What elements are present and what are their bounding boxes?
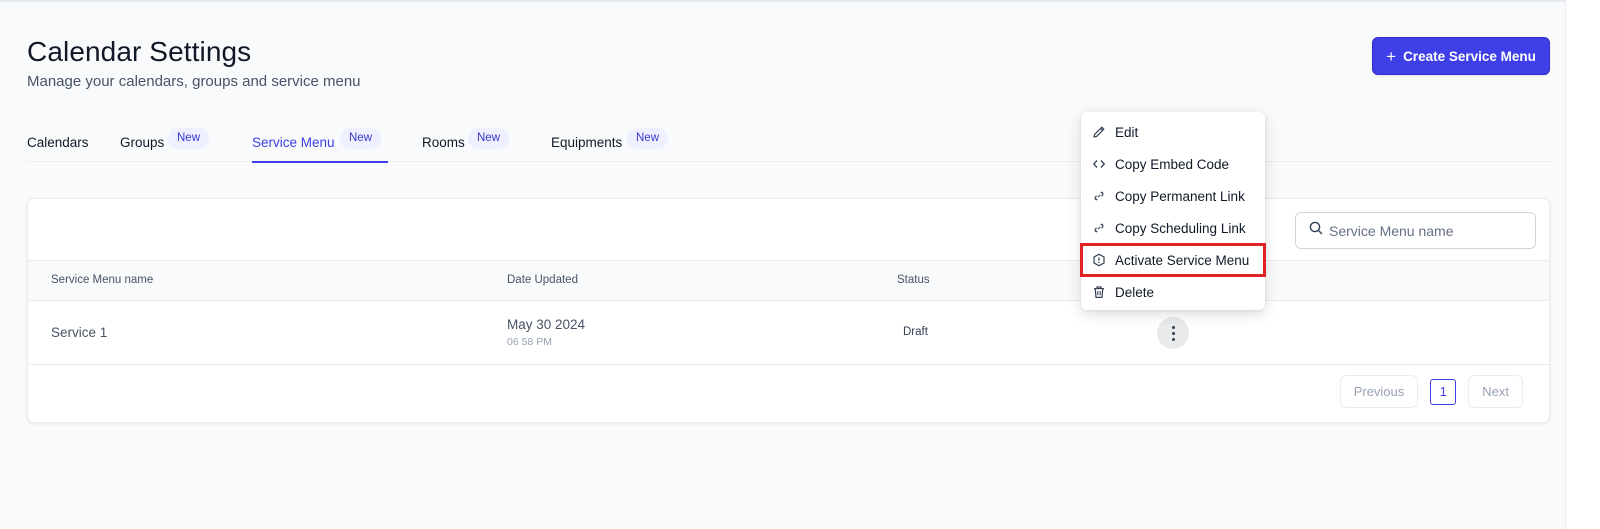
search-box[interactable] bbox=[1295, 212, 1536, 249]
time-updated-cell: 06 58 PM bbox=[507, 336, 552, 348]
right-scroll-panel bbox=[1565, 0, 1600, 529]
menu-item-copy-scheduling-link[interactable]: Copy Scheduling Link bbox=[1081, 212, 1265, 244]
tab-label: Calendars bbox=[27, 135, 89, 150]
new-badge: New bbox=[168, 128, 210, 149]
new-badge: New bbox=[340, 128, 382, 149]
column-header-date: Date Updated bbox=[507, 274, 578, 286]
page-title: Calendar Settings bbox=[27, 36, 252, 67]
tab-label: Groups bbox=[120, 135, 165, 150]
tab-service-menu[interactable]: Service Menu New bbox=[252, 128, 388, 163]
page-subtitle: Manage your calendars, groups and servic… bbox=[27, 73, 361, 90]
link-icon bbox=[1091, 189, 1106, 204]
kebab-dot bbox=[1171, 325, 1175, 329]
hexagon-alert-icon bbox=[1091, 253, 1106, 268]
pencil-icon bbox=[1091, 125, 1106, 140]
menu-item-label: Activate Service Menu bbox=[1115, 252, 1250, 268]
status-cell: Draft bbox=[903, 326, 928, 338]
kebab-dot bbox=[1171, 337, 1175, 341]
pagination: Previous 1 Next bbox=[1339, 375, 1523, 408]
plus-icon: + bbox=[1386, 46, 1397, 66]
menu-item-label: Copy Permanent Link bbox=[1115, 188, 1245, 204]
top-divider bbox=[0, 0, 1565, 2]
next-page-button[interactable]: Next bbox=[1468, 375, 1523, 408]
service-name-cell: Service 1 bbox=[51, 325, 108, 340]
new-badge: New bbox=[627, 128, 669, 149]
tab-label: Rooms bbox=[422, 135, 465, 150]
menu-item-label: Edit bbox=[1115, 124, 1139, 140]
search-input[interactable] bbox=[1329, 222, 1529, 239]
tab-label: Service Menu bbox=[252, 135, 335, 150]
current-page-number[interactable]: 1 bbox=[1430, 378, 1457, 405]
menu-item-label: Copy Embed Code bbox=[1115, 156, 1230, 172]
link-icon bbox=[1091, 221, 1106, 236]
create-service-menu-button[interactable]: + Create Service Menu bbox=[1372, 37, 1550, 75]
previous-page-button[interactable]: Previous bbox=[1339, 375, 1419, 408]
tab-groups[interactable]: Groups New bbox=[120, 128, 215, 162]
menu-item-copy-embed-code[interactable]: Copy Embed Code bbox=[1081, 148, 1265, 180]
menu-item-label: Delete bbox=[1115, 284, 1155, 300]
table-header: Service Menu name Date Updated Status bbox=[28, 260, 1549, 301]
table-row: Service 1 May 30 2024 06 58 PM Draft bbox=[28, 301, 1549, 365]
tab-rooms[interactable]: Rooms New bbox=[422, 128, 512, 162]
new-badge: New bbox=[468, 128, 510, 149]
tab-bar: Calendars Groups New Service Menu New Ro… bbox=[27, 128, 1550, 163]
menu-item-copy-permanent-link[interactable]: Copy Permanent Link bbox=[1081, 180, 1265, 212]
menu-item-delete[interactable]: Delete bbox=[1081, 276, 1265, 308]
tab-equipments[interactable]: Equipments New bbox=[551, 128, 671, 162]
date-updated-cell: May 30 2024 bbox=[507, 317, 586, 332]
menu-item-label: Copy Scheduling Link bbox=[1115, 220, 1246, 236]
kebab-dot bbox=[1171, 331, 1175, 335]
tab-calendars[interactable]: Calendars bbox=[27, 128, 89, 162]
service-menu-table-card: Service Menu name Date Updated Status Se… bbox=[27, 198, 1550, 423]
code-icon bbox=[1091, 157, 1106, 172]
column-header-name: Service Menu name bbox=[51, 274, 154, 286]
search-icon bbox=[1309, 221, 1323, 240]
tab-label: Equipments bbox=[551, 135, 623, 150]
more-options-button[interactable] bbox=[1157, 317, 1189, 349]
column-header-status: Status bbox=[897, 274, 930, 286]
trash-icon bbox=[1091, 285, 1106, 300]
menu-item-activate-service-menu[interactable]: Activate Service Menu bbox=[1080, 243, 1266, 277]
menu-item-edit[interactable]: Edit bbox=[1081, 116, 1265, 148]
create-service-menu-label: Create Service Menu bbox=[1403, 48, 1536, 64]
row-actions-menu: Edit Copy Embed Code Copy Permanent Link… bbox=[1080, 112, 1266, 310]
